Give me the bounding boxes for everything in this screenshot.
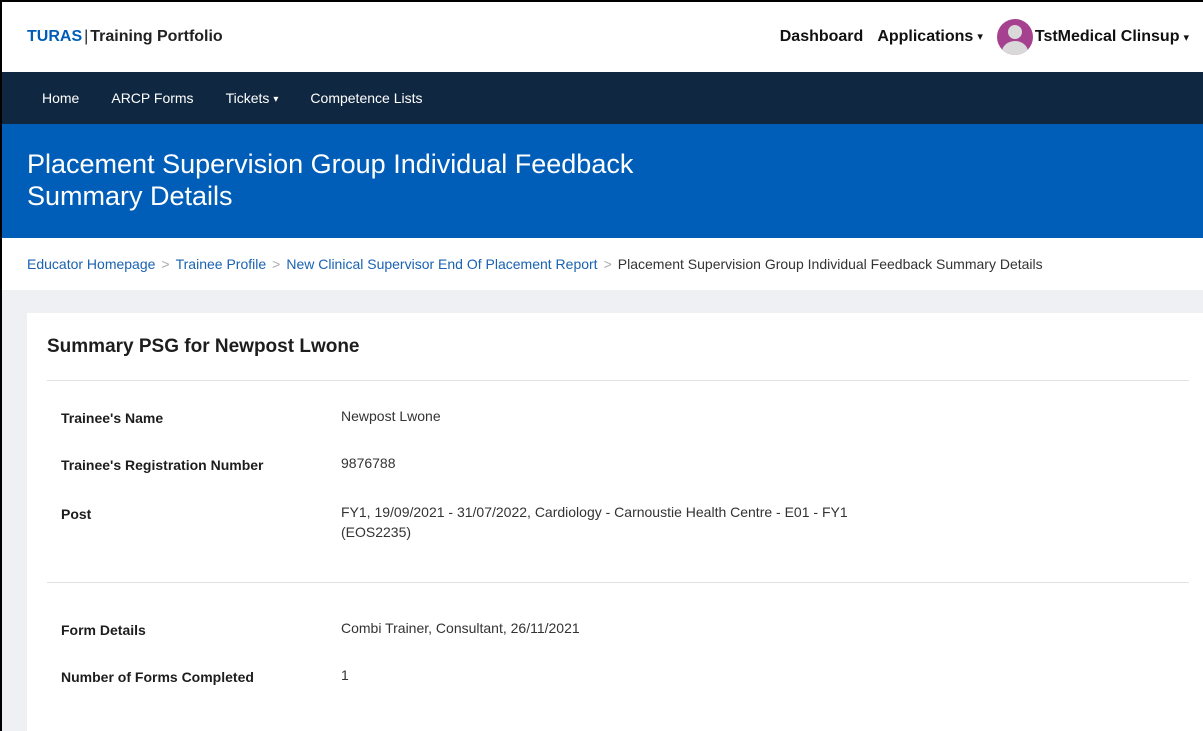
nav-tickets[interactable]: Tickets ▾ [226,90,279,106]
applications-label: Applications [877,28,974,45]
page-banner: Placement Supervision Group Individual F… [2,124,1203,238]
breadcrumb-report[interactable]: New Clinical Supervisor End Of Placement… [286,256,597,272]
breadcrumb: Educator Homepage > Trainee Profile > Ne… [2,238,1203,290]
page-title: Placement Supervision Group Individual F… [27,149,634,211]
top-bar: TURAS | Training Portfolio Dashboard Appli… [2,2,1203,72]
nav-home[interactable]: Home [42,90,79,106]
caret-down-icon: ▾ [977,31,983,44]
nav-tickets-label: Tickets [225,90,270,106]
brand-product: Training Portfolio [90,28,223,45]
brand-separator: | [84,28,89,45]
summary-title: Summary PSG for Newpost Lwone [47,336,360,357]
top-nav: Dashboard Applications ▾ TstMedical Clins… [780,2,1203,72]
breadcrumb-separator: > [272,256,281,272]
registration-number-value: 9876788 [341,455,396,471]
nav-arcp-forms[interactable]: ARCP Forms [111,90,193,106]
trainee-name-value: Newpost Lwone [341,408,441,424]
form-details-label: Form Details [61,622,146,638]
avatar [996,19,1033,55]
applications-menu[interactable]: Applications ▾ [877,28,983,46]
breadcrumb-trainee-profile[interactable]: Trainee Profile [176,256,267,272]
post-label: Post [61,506,92,522]
dashboard-link[interactable]: Dashboard [780,28,864,46]
caret-down-icon: ▾ [1183,31,1189,44]
post-value: FY1, 19/09/2021 - 31/07/2022, Cardiology… [341,504,848,540]
breadcrumb-separator: > [161,256,170,272]
registration-number-label: Trainee's Registration Number [61,457,264,473]
forms-completed-label: Number of Forms Completed [61,669,254,685]
divider [47,582,1189,583]
avatar-body-icon [1001,41,1028,55]
avatar-head-icon [1007,25,1022,39]
trainee-name-label: Trainee's Name [61,410,164,426]
form-details-value: Combi Trainer, Consultant, 26/11/2021 [341,620,580,636]
brand-name: TURAS [27,28,83,45]
main-nav: Home ARCP Forms Tickets ▾ Competence List… [2,72,1203,124]
nav-competence-lists[interactable]: Competence Lists [310,90,422,106]
breadcrumb-separator: > [603,256,612,272]
breadcrumb-current: Placement Supervision Group Individual F… [617,256,1043,272]
breadcrumb-educator-homepage[interactable]: Educator Homepage [27,256,155,272]
divider [47,380,1189,381]
user-name: TstMedical Clinsup [1034,28,1180,45]
caret-down-icon: ▾ [273,93,279,105]
summary-card: Summary PSG for Newpost Lwone Trainee's … [27,313,1203,731]
brand-logo[interactable]: TURAS | Training Portfolio [27,28,223,46]
forms-completed-value: 1 [341,667,349,683]
user-menu[interactable]: TstMedical Clinsup ▾ [996,19,1189,55]
